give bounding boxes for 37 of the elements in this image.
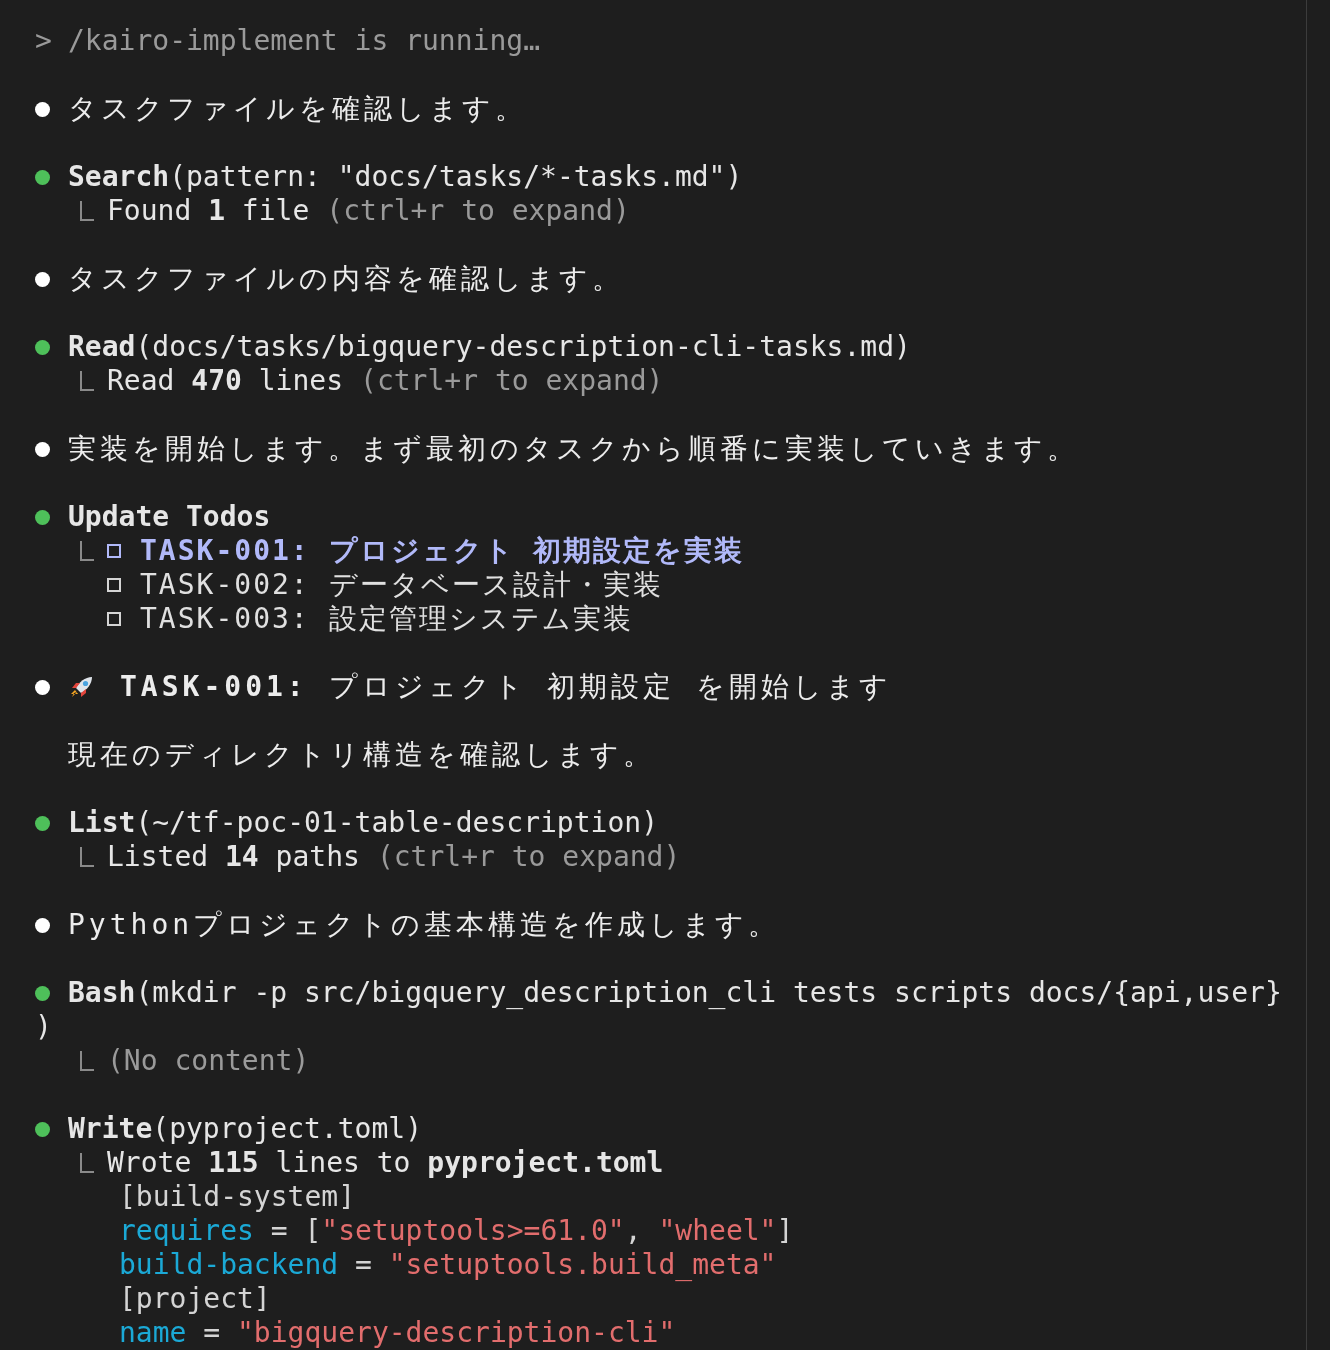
tool-call: Update Todos: [68, 500, 271, 534]
todo-item: TASK-001: プロジェクト 初期設定を実装: [140, 534, 745, 568]
running-command: /kairo-implement is running…: [68, 24, 540, 58]
branch-icon: [80, 541, 94, 561]
tool-call: Bash(mkdir -p src/bigquery_description_cli tests scripts docs/{api,user}: [68, 976, 1282, 1010]
tool-result: Listed 14 paths: [107, 840, 360, 874]
tool-result: Found 1 file: [107, 194, 310, 228]
expand-hint: (ctrl+r to expand): [376, 840, 681, 874]
tool-result: Wrote 115 lines to pyproject.toml: [107, 1146, 664, 1180]
expand-hint: (ctrl+r to expand): [360, 364, 664, 398]
code-line: requires = ["setuptools>=61.0", "wheel"]: [119, 1214, 794, 1247]
assistant-message: タスクファイルを確認します。: [68, 92, 527, 126]
code-line: name = "bigquery-description-cli": [119, 1316, 676, 1349]
tool-call: Search(pattern: "docs/tasks/*-tasks.md"): [68, 160, 743, 194]
tool-call-wrap: ): [35, 1010, 52, 1043]
todo-item: TASK-003: 設定管理システム実装: [140, 602, 633, 636]
branch-icon: [80, 847, 94, 867]
tool-call: List(~/tf-poc-01-table-description): [68, 806, 659, 840]
assistant-message: Pythonプロジェクトの基本構造を作成します。: [68, 908, 781, 942]
code-line: [project]: [119, 1282, 271, 1315]
tool-call: Read(docs/tasks/bigquery-description-cli-tasks.md): [68, 330, 911, 364]
todo-item: TASK-002: データベース設計・実装: [140, 568, 663, 602]
tool-result: Read 470 lines: [107, 364, 344, 398]
assistant-message: タスクファイルの内容を確認します。: [68, 262, 624, 296]
assistant-message: 現在のディレクトリ構造を確認します。: [68, 738, 655, 771]
code-line: [build-system]: [119, 1180, 355, 1213]
tool-result: (No content): [107, 1044, 310, 1078]
assistant-message: TASK-001: プロジェクト 初期設定 を開始します: [120, 670, 893, 704]
prompt-symbol: >: [35, 24, 53, 58]
code-line: build-backend = "setuptools.build_meta": [119, 1248, 777, 1281]
tool-call: Write(pyproject.toml): [68, 1112, 422, 1146]
branch-icon: [80, 201, 94, 221]
branch-icon: [80, 1051, 94, 1071]
expand-hint: (ctrl+r to expand): [326, 194, 630, 228]
branch-icon: [80, 1153, 94, 1173]
assistant-message: 実装を開始します。まず最初のタスクから順番に実装していきます。: [68, 432, 1079, 466]
branch-icon: [80, 371, 94, 391]
